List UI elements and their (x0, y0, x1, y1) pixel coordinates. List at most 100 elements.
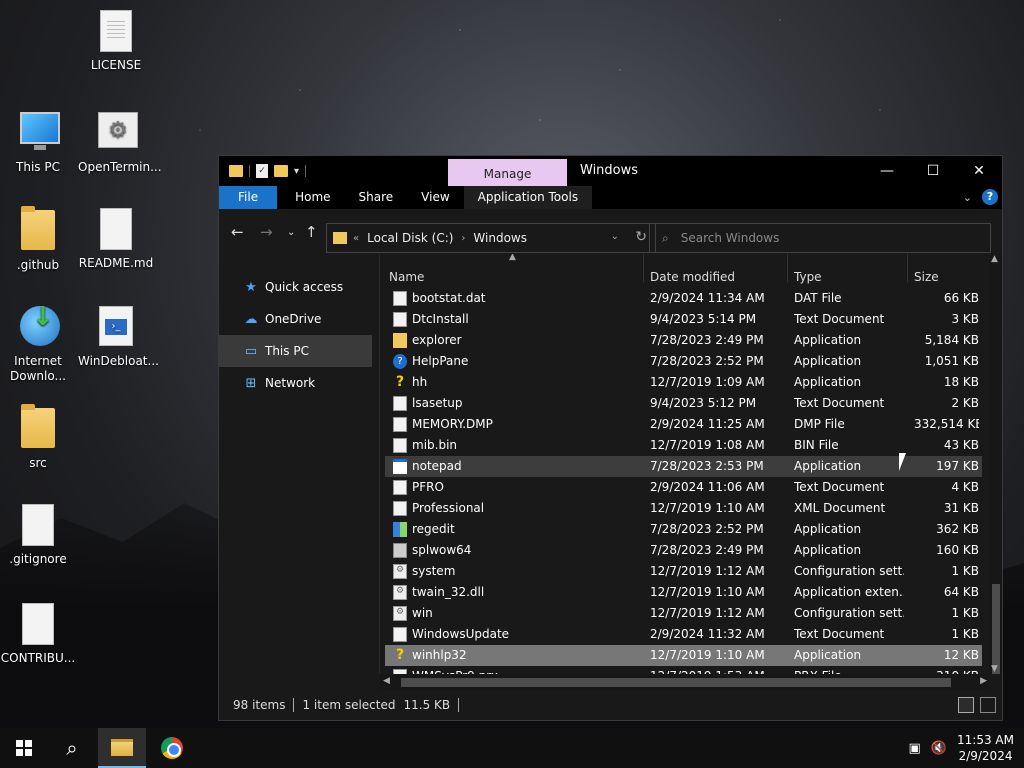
file-row[interactable]: Professional 12/7/2019 1:10 AM XML Documen… (385, 498, 982, 519)
file-row[interactable]: ⚙ system 12/7/2019 1:12 AM Configuration se… (385, 561, 982, 582)
file-type: DMP File (794, 417, 845, 431)
desktop-icon-gitignore[interactable]: .gitignore (0, 504, 76, 567)
breadcrumb-separator-icon[interactable]: › (461, 233, 465, 244)
column-header-name[interactable]: Name (389, 270, 424, 284)
network-icon[interactable]: ▣ (909, 741, 921, 756)
file-row[interactable]: mib.bin 12/7/2019 1:08 AM BIN File 43 KB (385, 435, 982, 456)
search-icon: ⌕ (66, 736, 78, 760)
nav-item-quick-access[interactable]: ★ Quick access (219, 271, 379, 303)
scroll-thumb[interactable] (992, 584, 1000, 674)
column-header-size[interactable]: Size (914, 270, 939, 284)
file-row[interactable]: WindowsUpdate 2/9/2024 11:32 AM Text Docum… (385, 624, 982, 645)
up-arrow-icon[interactable]: ↑ (305, 223, 318, 241)
tab-file[interactable]: File (219, 186, 278, 209)
nav-item-onedrive[interactable]: ☁ OneDrive (219, 303, 379, 335)
new-folder-icon[interactable] (274, 165, 288, 177)
search-box[interactable]: ⌕ Search Windows (649, 223, 991, 253)
tab-share[interactable]: Share (345, 186, 408, 209)
file-row[interactable]: notepad 7/28/2023 2:53 PM Application 197 K… (385, 456, 982, 477)
help-icon[interactable]: ? (982, 189, 998, 205)
file-size: 310 KB (914, 666, 979, 674)
config-file-icon: ⚙ (393, 606, 407, 621)
desktop-icon-src[interactable]: src (0, 404, 76, 471)
back-arrow-icon[interactable]: ← (231, 223, 244, 241)
taskbar-chrome[interactable] (148, 728, 196, 768)
file-row[interactable]: ? hh 12/7/2019 1:09 AM Application 18 KB (385, 372, 982, 393)
file-type: Configuration sett... (794, 606, 904, 620)
file-row[interactable]: WMSysPr9.prx 12/7/2019 1:53 AM PRX File 310… (385, 666, 982, 674)
file-row[interactable]: ? winhlp32 12/7/2019 1:10 AM Application 12 … (385, 645, 982, 666)
tab-application-tools[interactable]: Application Tools (463, 186, 593, 209)
file-row[interactable]: explorer 7/28/2023 2:49 PM Application 5,18… (385, 330, 982, 351)
scroll-right-icon[interactable]: ▶ (980, 676, 987, 686)
refresh-icon[interactable]: ↻ (635, 229, 647, 245)
file-size: 66 KB (943, 291, 979, 305)
address-bar[interactable]: « Local Disk (C:) › Windows ⌄ ↻ (326, 223, 656, 253)
file-row[interactable]: splwow64 7/28/2023 2:49 PM Application 160 … (385, 540, 982, 561)
desktop-icon-idm[interactable]: Internet Downlo... (0, 306, 76, 384)
maximize-button[interactable]: ☐ (910, 156, 956, 186)
recent-locations-chevron-icon[interactable]: ⌄ (287, 227, 295, 238)
file-size: 2 KB (951, 396, 979, 410)
tab-view[interactable]: View (407, 186, 463, 209)
scroll-left-icon[interactable]: ◀ (383, 676, 390, 686)
desktop-icon-license[interactable]: LICENSE (78, 10, 154, 73)
desktop-icon-this-pc[interactable]: This PC (0, 108, 76, 175)
minimize-button[interactable]: — (864, 156, 910, 186)
file-row[interactable]: regedit 7/28/2023 2:52 PM Application 362 K… (385, 519, 982, 540)
vertical-scrollbar[interactable]: ▲ ▼ (989, 254, 1002, 674)
breadcrumb-local-disk[interactable]: Local Disk (C:) (367, 231, 453, 245)
scroll-down-icon[interactable]: ▼ (991, 664, 998, 674)
properties-icon[interactable]: ✓ (256, 164, 268, 178)
file-date: 2/9/2024 11:34 AM (650, 291, 765, 305)
nav-item-network[interactable]: ⊞ Network (219, 367, 379, 399)
desktop-icon-github[interactable]: .github (0, 206, 76, 273)
file-row[interactable]: DtcInstall 9/4/2023 5:14 PM Text Document 3… (385, 309, 982, 330)
column-header-type[interactable]: Type (794, 270, 822, 284)
forward-arrow-icon[interactable]: → (260, 223, 273, 241)
file-row[interactable]: bootstat.dat 2/9/2024 11:34 AM DAT File 66 … (385, 288, 982, 309)
taskbar-file-explorer[interactable] (98, 728, 146, 768)
file-date: 12/7/2019 1:10 AM (650, 501, 765, 515)
pane-splitter[interactable] (379, 254, 380, 690)
tab-home[interactable]: Home (281, 186, 344, 209)
scroll-up-icon[interactable]: ▲ (991, 254, 998, 264)
close-button[interactable]: ✕ (956, 156, 1002, 186)
file-row[interactable]: MEMORY.DMP 2/9/2024 11:25 AM DMP File 332,5… (385, 414, 982, 435)
hscroll-thumb[interactable] (401, 678, 951, 687)
desktop-icon-windebloat[interactable]: WinDebloat... (78, 306, 159, 369)
taskbar: ⌕ ▣ 🔇 11:53 AM 2/9/2024 (0, 728, 1024, 768)
file-date: 7/28/2023 2:49 PM (650, 333, 764, 347)
window-title: Windows (580, 163, 639, 178)
file-row[interactable]: lsasetup 9/4/2023 5:12 PM Text Document 2 K… (385, 393, 982, 414)
file-size: 197 KB (936, 459, 979, 473)
start-button[interactable] (0, 728, 48, 768)
file-name: notepad (412, 459, 462, 473)
desktop-icon-contributing[interactable]: CONTRIBU... (0, 603, 76, 666)
nav-item-this-pc[interactable]: ▭ This PC (219, 335, 372, 367)
file-size: 1,051 KB (924, 354, 979, 368)
desktop-icon-openterminal[interactable]: ⚙ OpenTermin... (78, 108, 162, 175)
file-size: 160 KB (936, 543, 979, 557)
file-date: 9/4/2023 5:12 PM (650, 396, 757, 410)
large-icons-view-icon[interactable] (980, 697, 996, 713)
column-header-date[interactable]: Date modified (650, 270, 735, 284)
search-button[interactable]: ⌕ (48, 728, 96, 768)
file-row[interactable]: ⚙ win 12/7/2019 1:12 AM Configuration sett.… (385, 603, 982, 624)
address-dropdown-icon[interactable]: ⌄ (611, 231, 619, 242)
clock[interactable]: 11:53 AM 2/9/2024 (957, 732, 1014, 764)
file-row[interactable]: ⚙ twain_32.dll 12/7/2019 1:10 AM Applicatio… (385, 582, 982, 603)
file-name: twain_32.dll (412, 585, 485, 599)
volume-muted-icon[interactable]: 🔇 (931, 741, 947, 756)
document-icon (393, 396, 407, 411)
manage-context-tab[interactable]: Manage (448, 159, 567, 186)
file-row[interactable]: ? HelpPane 7/28/2023 2:52 PM Application 1,0… (385, 351, 982, 372)
breadcrumb-windows[interactable]: Windows (473, 231, 527, 245)
horizontal-scrollbar[interactable]: ◀ ▶ (379, 674, 989, 690)
details-view-icon[interactable] (958, 697, 974, 713)
file-row[interactable]: PFRO 2/9/2024 11:06 AM Text Document 4 KB (385, 477, 982, 498)
chevron-down-icon[interactable]: ▾ (294, 166, 299, 177)
desktop-icon-readme[interactable]: README.md (78, 208, 154, 271)
expand-ribbon-chevron-icon[interactable]: ⌄ (963, 191, 972, 204)
title-bar[interactable]: ✓ ▾ Manage Windows — ☐ ✕ (219, 156, 1002, 186)
